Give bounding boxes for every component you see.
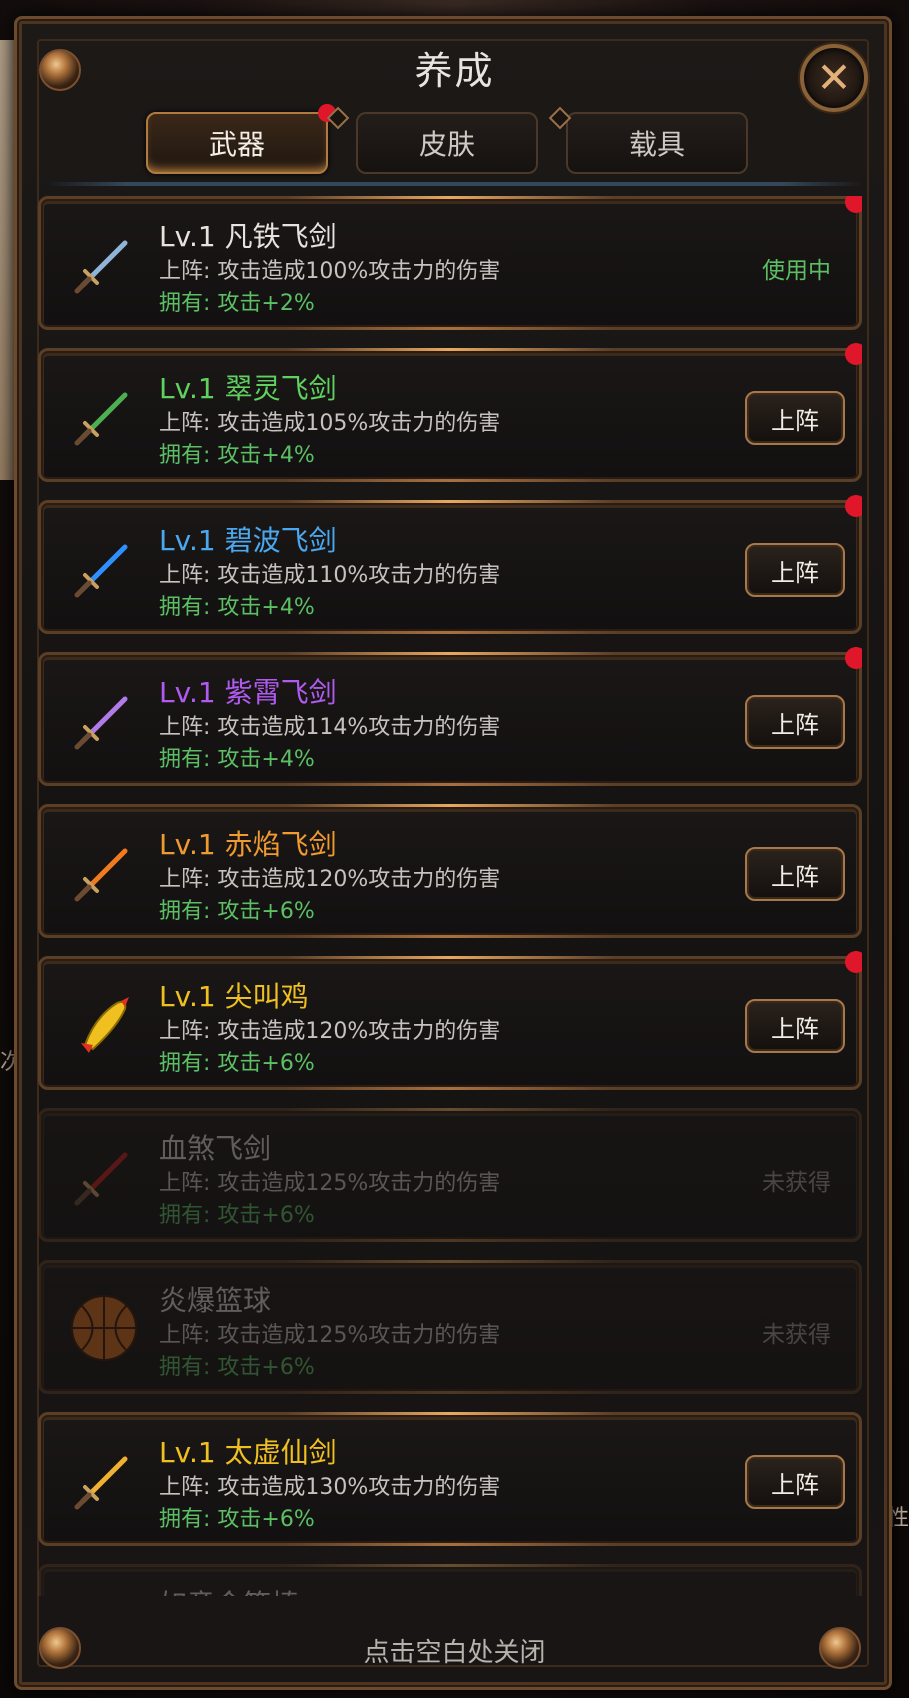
weapon-name: Lv.1 翠灵飞剑: [159, 372, 337, 405]
weapon-owned-bonus: 拥有: 攻击+6%: [159, 1507, 315, 1532]
weapon-card[interactable]: Lv.1 太虚仙剑上阵: 攻击造成130%攻击力的伤害 拥有: 攻击+6% 上阵: [38, 1412, 862, 1546]
weapon-owned-bonus: 拥有: 攻击+6%: [159, 1355, 315, 1380]
not-obtained-status: 未获得: [762, 1322, 831, 1348]
notification-dot: [845, 343, 862, 365]
weapon-effect: 上阵: 攻击造成130%攻击力的伤害: [159, 1475, 501, 1500]
weapon-card[interactable]: Lv.1 翠灵飞剑上阵: 攻击造成105%攻击力的伤害 拥有: 攻击+4% 上阵: [38, 343, 862, 482]
tab-label: 载具: [628, 128, 685, 161]
weapon-card[interactable]: 炎爆篮球上阵: 攻击造成125%攻击力的伤害 拥有: 攻击+6% 未获得: [38, 1260, 862, 1394]
header-divider: [46, 182, 863, 186]
weapon-name: Lv.1 尖叫鸡: [159, 980, 309, 1013]
weapon-effect: 上阵: 攻击造成125%攻击力的伤害: [159, 1323, 501, 1348]
weapon-effect: 上阵: 攻击造成120%攻击力的伤害: [159, 867, 501, 892]
close-hint[interactable]: 点击空白处关闭: [0, 1632, 909, 1669]
screaming-chicken-icon: [81, 997, 129, 1053]
weapon-name: Lv.1 紫霄飞剑: [159, 676, 337, 709]
notification-dot: [845, 647, 862, 669]
weapon-effect: 上阵: 攻击造成110%攻击力的伤害: [159, 563, 501, 588]
weapon-owned-bonus: 拥有: 攻击+2%: [159, 291, 315, 316]
weapon-name: 炎爆篮球: [159, 1284, 272, 1317]
golden-staff-icon: [67, 1595, 141, 1596]
purple-sword-icon: [74, 696, 128, 750]
weapon-name: Lv.1 碧波飞剑: [159, 524, 337, 557]
basketball-icon: [71, 1295, 137, 1361]
weapon-list[interactable]: Lv.1 凡铁飞剑 上阵: 攻击造成100%攻击力的伤害 拥有: 攻击+2% 使用中 L…: [38, 196, 862, 1596]
iron-sword-icon: [74, 240, 128, 294]
weapon-owned-bonus: 拥有: 攻击+6%: [159, 899, 315, 924]
weapon-card[interactable]: 血煞飞剑上阵: 攻击造成125%攻击力的伤害 拥有: 攻击+6% 未获得: [38, 1108, 862, 1242]
weapon-name: 血煞飞剑: [159, 1132, 272, 1165]
weapon-effect: 上阵: 攻击造成105%攻击力的伤害: [159, 411, 501, 436]
flame-sword-icon: [74, 848, 128, 902]
weapon-name: Lv.1 太虚仙剑: [159, 1436, 337, 1469]
weapon-name: 如意金箍棒: [159, 1583, 299, 1596]
tab-label: 皮肤: [418, 128, 475, 161]
weapon-owned-bonus: 拥有: 攻击+4%: [159, 747, 315, 772]
notification-dot: [845, 196, 862, 213]
tab-bar: 武器 皮肤 载具: [146, 104, 748, 174]
tab-label: 武器: [208, 128, 265, 161]
equip-button[interactable]: 上阵: [745, 1455, 845, 1509]
weapon-name: Lv.1 凡铁飞剑: [159, 220, 337, 253]
weapon-owned-bonus: 拥有: 攻击+6%: [159, 1203, 315, 1228]
weapon-effect: 上阵: 攻击造成114%攻击力的伤害: [159, 715, 501, 740]
weapon-owned-bonus: 拥有: 攻击+4%: [159, 443, 315, 468]
equip-button[interactable]: 上阵: [745, 695, 845, 749]
equip-button[interactable]: 上阵: [745, 847, 845, 901]
notification-dot: [845, 495, 862, 517]
close-button[interactable]: ✕: [800, 44, 868, 112]
blood-sword-icon: [74, 1152, 128, 1206]
weapon-effect: 上阵: 攻击造成100%攻击力的伤害: [159, 259, 501, 284]
weapon-effect: 上阵: 攻击造成125%攻击力的伤害: [159, 1171, 501, 1196]
weapon-effect: 上阵: 攻击造成120%攻击力的伤害: [159, 1019, 501, 1044]
weapon-owned-bonus: 拥有: 攻击+6%: [159, 1051, 315, 1076]
not-obtained-status: 未获得: [762, 1170, 831, 1196]
weapon-card[interactable]: 如意金箍棒: [38, 1564, 862, 1596]
weapon-card[interactable]: Lv.1 凡铁飞剑上阵: 攻击造成100%攻击力的伤害 拥有: 攻击+2% 使用中: [38, 196, 862, 330]
weapon-owned-bonus: 拥有: 攻击+4%: [159, 595, 315, 620]
notification-dot: [845, 951, 862, 973]
weapon-card[interactable]: Lv.1 碧波飞剑上阵: 攻击造成110%攻击力的伤害 拥有: 攻击+4% 上阵: [38, 495, 862, 634]
weapon-card[interactable]: Lv.1 赤焰飞剑上阵: 攻击造成120%攻击力的伤害 拥有: 攻击+6% 上阵: [38, 804, 862, 938]
tab-weapons[interactable]: 武器: [146, 104, 336, 174]
tab-skins[interactable]: 皮肤: [356, 112, 538, 174]
tab-vehicles[interactable]: 载具: [566, 112, 748, 174]
jade-sword-icon: [74, 392, 128, 446]
weapon-card[interactable]: Lv.1 紫霄飞剑上阵: 攻击造成114%攻击力的伤害 拥有: 攻击+4% 上阵: [38, 647, 862, 786]
golden-sword-icon: [74, 1456, 128, 1510]
equip-button[interactable]: 上阵: [745, 391, 845, 445]
in-use-status: 使用中: [762, 258, 831, 284]
panel-title: 养成: [414, 49, 495, 93]
weapon-name: Lv.1 赤焰飞剑: [159, 828, 337, 861]
close-icon: ✕: [816, 53, 852, 102]
weapon-card[interactable]: Lv.1 尖叫鸡上阵: 攻击造成120%攻击力的伤害 拥有: 攻击+6% 上阵: [38, 951, 862, 1090]
equip-button[interactable]: 上阵: [745, 999, 845, 1053]
equip-button[interactable]: 上阵: [745, 543, 845, 597]
wave-sword-icon: [74, 544, 128, 598]
